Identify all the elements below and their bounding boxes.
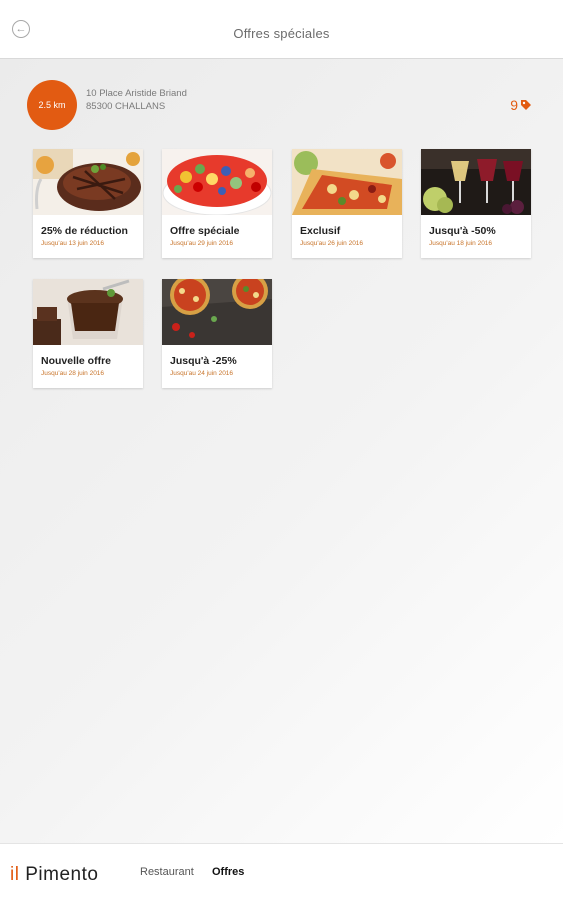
tag-icon	[520, 99, 532, 111]
offer-date: Jusqu'au 18 juin 2016	[429, 240, 493, 247]
offer-image-steak	[33, 149, 143, 215]
offer-date: Jusqu'au 26 juin 2016	[300, 240, 364, 247]
offer-image-pizza	[292, 149, 402, 215]
offers-count: 9	[510, 97, 532, 113]
app-header: ← Offres spéciales	[0, 0, 563, 59]
address-line1: 10 Place Aristide Briand	[86, 88, 187, 99]
offer-title: 25% de réduction	[41, 225, 128, 237]
restaurant-address: 10 Place Aristide Briand 85300 CHALLANS	[86, 87, 187, 113]
offer-image-fruit	[162, 149, 272, 215]
offers-count-value: 9	[510, 97, 518, 113]
offer-card[interactable]: Jusqu'à -50% Jusqu'au 18 juin 2016	[421, 149, 531, 258]
offer-title: Jusqu'à -50%	[429, 225, 496, 237]
distance-badge: 2.5 km	[27, 80, 77, 130]
offer-card[interactable]: Nouvelle offre Jusqu'au 28 juin 2016	[33, 279, 143, 388]
offer-card[interactable]: Offre spéciale Jusqu'au 29 juin 2016	[162, 149, 272, 258]
page-title: Offres spéciales	[233, 26, 330, 41]
offer-date: Jusqu'au 24 juin 2016	[170, 370, 234, 377]
offer-card[interactable]: 25% de réduction Jusqu'au 13 juin 2016	[33, 149, 143, 258]
offers-content: 2.5 km 10 Place Aristide Briand 85300 CH…	[0, 59, 563, 843]
offer-date: Jusqu'au 13 juin 2016	[41, 240, 105, 247]
app-logo: il Pimento	[10, 864, 99, 885]
nav-restaurant[interactable]: Restaurant	[140, 866, 194, 878]
nav-offres[interactable]: Offres	[212, 866, 244, 878]
offer-date: Jusqu'au 28 juin 2016	[41, 370, 105, 377]
offer-image-pizzas	[162, 279, 272, 345]
offer-image-wine	[421, 149, 531, 215]
offer-card[interactable]: Jusqu'à -25% Jusqu'au 24 juin 2016	[162, 279, 272, 388]
offer-title: Nouvelle offre	[41, 355, 112, 367]
bottom-bar: il Pimento Restaurant Offres	[0, 843, 563, 901]
offer-title: Jusqu'à -25%	[170, 355, 237, 367]
offer-date: Jusqu'au 29 juin 2016	[170, 240, 234, 247]
address-line2: 85300 CHALLANS	[86, 101, 166, 112]
offer-title: Offre spéciale	[170, 225, 240, 237]
offer-image-dessert	[33, 279, 143, 345]
offer-card[interactable]: Exclusif Jusqu'au 26 juin 2016	[292, 149, 402, 258]
offer-title: Exclusif	[300, 225, 341, 237]
